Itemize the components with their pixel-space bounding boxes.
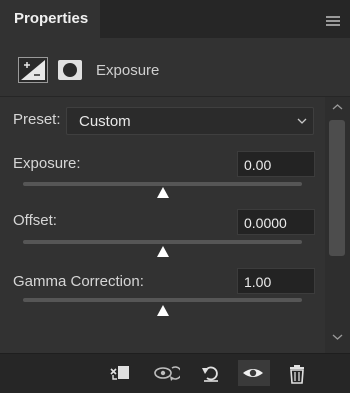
reset-icon — [202, 366, 218, 382]
preset-label: Preset: — [13, 111, 61, 128]
scroll-down-icon[interactable] — [332, 333, 343, 341]
exposure-input[interactable]: 0.00 — [237, 151, 315, 177]
scroll-up-icon[interactable] — [332, 103, 343, 111]
offset-label: Offset: — [13, 212, 57, 229]
preset-dropdown[interactable]: Custom — [66, 107, 314, 135]
delete-button[interactable] — [283, 360, 311, 386]
offset-slider-thumb[interactable] — [156, 246, 170, 258]
trash-icon — [290, 365, 304, 384]
offset-input[interactable]: 0.0000 — [237, 209, 315, 235]
exposure-label: Exposure: — [13, 155, 81, 172]
reset-button[interactable] — [196, 360, 224, 386]
clip-to-layer-icon — [110, 366, 129, 380]
visibility-icon — [243, 369, 263, 377]
preset-value: Custom — [79, 113, 131, 130]
panel-tab-bar: Properties — [0, 0, 350, 38]
view-previous-state-icon — [154, 366, 180, 381]
layer-mask-icon[interactable] — [57, 59, 83, 81]
gamma-correction-slider-thumb[interactable] — [156, 305, 170, 317]
exposure-slider-track[interactable] — [23, 182, 302, 186]
exposure-adjustment-icon[interactable] — [18, 57, 48, 83]
gamma-correction-label: Gamma Correction: — [13, 273, 144, 290]
gamma-correction-slider-track[interactable] — [23, 298, 302, 302]
chevron-down-icon — [297, 118, 307, 124]
scrollbar-thumb[interactable] — [329, 120, 345, 256]
view-previous-state-button[interactable] — [150, 360, 180, 386]
properties-panel: Properties Exposure Preset: Custom Expos… — [0, 0, 350, 393]
panel-menu-icon[interactable] — [326, 16, 340, 26]
clip-to-layer-button[interactable] — [105, 360, 133, 386]
adjustment-header — [0, 38, 350, 96]
tab-properties[interactable]: Properties — [0, 0, 100, 38]
offset-slider-track[interactable] — [23, 240, 302, 244]
adjustment-title: Exposure — [96, 62, 160, 79]
exposure-slider-thumb[interactable] — [156, 187, 170, 199]
visibility-button[interactable] — [238, 360, 270, 386]
gamma-correction-input[interactable]: 1.00 — [237, 268, 315, 294]
